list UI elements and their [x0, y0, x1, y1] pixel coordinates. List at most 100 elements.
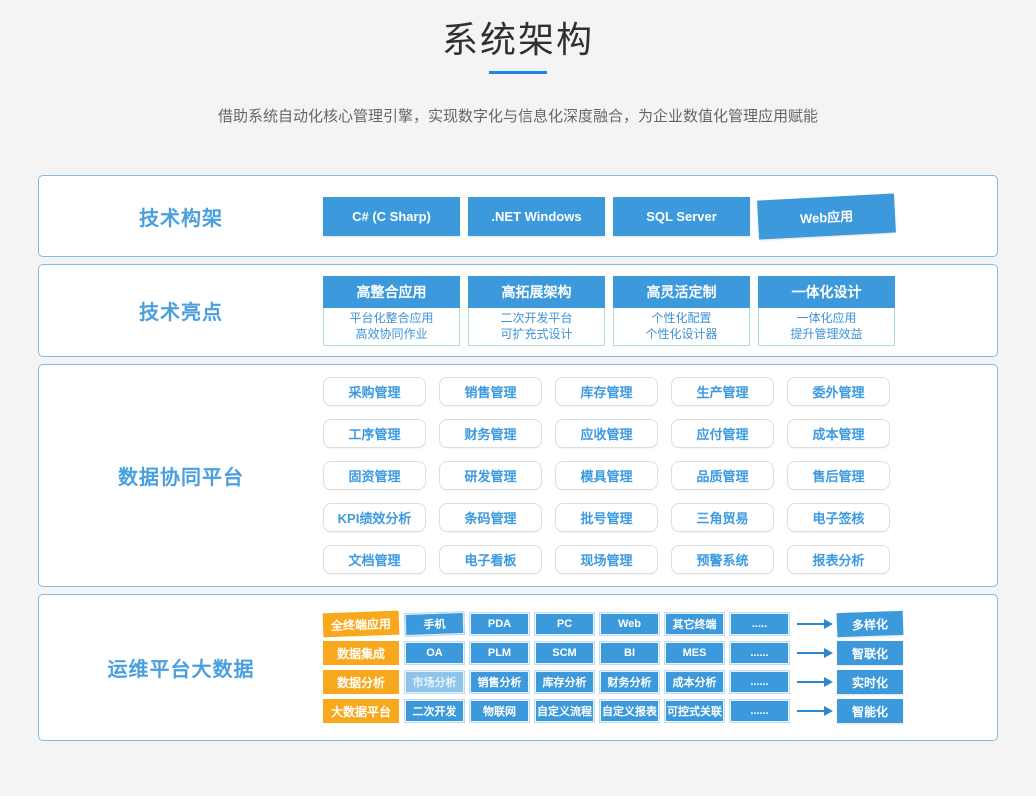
module-chip: 固资管理 — [323, 461, 426, 490]
tech-stack-item: Web应用 — [757, 193, 896, 239]
highlight-card-line: 高效协同作业 — [324, 326, 459, 342]
right-arrow-icon — [797, 623, 825, 625]
module-chip: 应收管理 — [555, 419, 658, 448]
module-chip: 成本管理 — [787, 419, 890, 448]
bigdata-item-tag: 自定义报表 — [600, 700, 659, 722]
module-chip: 工序管理 — [323, 419, 426, 448]
page-title: 系统架构 — [0, 18, 1036, 62]
module-chip: 采购管理 — [323, 377, 426, 406]
module-chip: 现场管理 — [555, 545, 658, 574]
bigdata-row: 大数据平台二次开发物联网自定义流程自定义报表可控式关联......智能化 — [323, 699, 997, 723]
highlight-card: 高整合应用平台化整合应用高效协同作业 — [323, 276, 460, 346]
architecture-sections: 技术构架 C# (C Sharp).NET WindowsSQL ServerW… — [38, 175, 998, 741]
module-chip: 文档管理 — [323, 545, 426, 574]
bigdata-result-tag: 多样化 — [837, 611, 904, 637]
module-chip: 品质管理 — [671, 461, 774, 490]
bigdata-item-tag: 库存分析 — [535, 671, 594, 693]
bigdata-row: 数据集成 OA PLM SCM BI MES...... 智联化 — [323, 641, 997, 665]
highlight-card-title: 高拓展架构 — [468, 276, 605, 308]
module-chip: 生产管理 — [671, 377, 774, 406]
module-chip: 三角贸易 — [671, 503, 774, 532]
tech-stack-label-zone: 技术构架 — [39, 202, 323, 231]
title-divider — [489, 71, 547, 74]
bigdata-row: 全终端应用手机PDAPCWeb其它终端.....多样化 — [323, 612, 997, 636]
highlights-label-zone: 技术亮点 — [39, 296, 323, 325]
highlight-card: 高灵活定制个性化配置个性化设计器 — [613, 276, 750, 346]
bigdata-item-tag: SCM — [535, 642, 594, 664]
module-chip: 财务管理 — [439, 419, 542, 448]
bigdata-item-tag: 成本分析 — [665, 671, 724, 693]
section-tech-stack: 技术构架 C# (C Sharp).NET WindowsSQL ServerW… — [38, 175, 998, 257]
highlight-card-line: 平台化整合应用 — [324, 310, 459, 326]
module-chip: 销售管理 — [439, 377, 542, 406]
bigdata-item-tag: ..... — [730, 613, 789, 635]
module-chip: 预警系统 — [671, 545, 774, 574]
highlight-card: 一体化设计一体化应用提升管理效益 — [758, 276, 895, 346]
highlight-card-line: 提升管理效益 — [759, 326, 894, 342]
highlights-label: 技术亮点 — [139, 296, 223, 325]
bigdata-category-tag: 全终端应用 — [323, 611, 400, 638]
module-chip: 库存管理 — [555, 377, 658, 406]
highlight-card-title: 一体化设计 — [758, 276, 895, 308]
bigdata-item-tag: OA — [405, 642, 464, 664]
bigdata-item-tag: ...... — [730, 642, 789, 664]
right-arrow-icon — [797, 652, 825, 654]
bigdata-item-tag: 物联网 — [470, 700, 529, 722]
highlight-card-title: 高整合应用 — [323, 276, 460, 308]
module-chip: 研发管理 — [439, 461, 542, 490]
bigdata-result-tag: 智能化 — [837, 699, 903, 723]
bigdata-item-tag: PC — [535, 613, 594, 635]
module-chip: 报表分析 — [787, 545, 890, 574]
bigdata-item-tag: 二次开发 — [405, 700, 464, 722]
bigdata-item-tag: 市场分析 — [405, 671, 464, 693]
bigdata-item-tag: 手机 — [405, 612, 465, 636]
tech-stack-item: SQL Server — [613, 197, 750, 236]
bigdata-label: 运维平台大数据 — [108, 653, 255, 682]
bigdata-item-tag: 可控式关联 — [665, 700, 724, 722]
highlight-card-line: 一体化应用 — [759, 310, 894, 326]
module-chip: 模具管理 — [555, 461, 658, 490]
bigdata-label-zone: 运维平台大数据 — [39, 653, 323, 682]
highlight-card: 高拓展架构二次开发平台可扩充式设计 — [468, 276, 605, 346]
tech-stack-item: C# (C Sharp) — [323, 197, 460, 236]
right-arrow-icon — [797, 710, 825, 712]
highlight-cards: 高整合应用平台化整合应用高效协同作业高拓展架构二次开发平台可扩充式设计高灵活定制… — [323, 276, 997, 346]
module-chip: KPI绩效分析 — [323, 503, 426, 532]
highlight-card-title: 高灵活定制 — [613, 276, 750, 308]
bigdata-category-tag: 数据集成 — [323, 641, 399, 665]
module-chip: 条码管理 — [439, 503, 542, 532]
tech-stack-buttons: C# (C Sharp).NET WindowsSQL ServerWeb应用 — [323, 197, 997, 236]
section-highlights: 技术亮点 高整合应用平台化整合应用高效协同作业高拓展架构二次开发平台可扩充式设计… — [38, 264, 998, 357]
module-chip: 应付管理 — [671, 419, 774, 448]
highlight-card-line: 个性化配置 — [614, 310, 749, 326]
bigdata-row: 数据分析市场分析销售分析库存分析财务分析成本分析......实时化 — [323, 670, 997, 694]
bigdata-item-tag: 其它终端 — [665, 613, 724, 635]
highlight-card-line: 二次开发平台 — [469, 310, 604, 326]
module-chip: 售后管理 — [787, 461, 890, 490]
module-chip: 委外管理 — [787, 377, 890, 406]
bigdata-item-tag: Web — [600, 613, 659, 635]
bigdata-item-tag: ...... — [730, 671, 789, 693]
highlight-card-body: 一体化应用提升管理效益 — [758, 308, 895, 346]
platform-label-zone: 数据协同平台 — [39, 461, 323, 490]
bigdata-item-tag: 销售分析 — [470, 671, 529, 693]
bigdata-matrix: 全终端应用手机PDAPCWeb其它终端.....多样化数据集成OAPLMSCMB… — [323, 612, 997, 723]
right-arrow-icon — [797, 681, 825, 683]
bigdata-item-tag: MES — [665, 642, 724, 664]
highlight-card-body: 二次开发平台可扩充式设计 — [468, 308, 605, 346]
bigdata-item-tag: 财务分析 — [600, 671, 659, 693]
module-chip: 电子看板 — [439, 545, 542, 574]
bigdata-result-tag: 智联化 — [837, 641, 903, 665]
bigdata-item-tag: PLM — [470, 642, 529, 664]
highlight-card-line: 个性化设计器 — [614, 326, 749, 342]
bigdata-item-tag: ...... — [730, 700, 789, 722]
bigdata-category-tag: 数据分析 — [323, 670, 399, 694]
module-chip: 批号管理 — [555, 503, 658, 532]
module-chip: 电子签核 — [787, 503, 890, 532]
bigdata-item-tag: BI — [600, 642, 659, 664]
platform-modules-grid: 采购管理销售管理库存管理生产管理委外管理工序管理财务管理应收管理应付管理成本管理… — [323, 377, 997, 574]
bigdata-category-tag: 大数据平台 — [323, 699, 399, 723]
platform-label: 数据协同平台 — [118, 461, 244, 490]
section-platform: 数据协同平台 采购管理销售管理库存管理生产管理委外管理工序管理财务管理应收管理应… — [38, 364, 998, 587]
highlight-card-body: 平台化整合应用高效协同作业 — [323, 308, 460, 346]
